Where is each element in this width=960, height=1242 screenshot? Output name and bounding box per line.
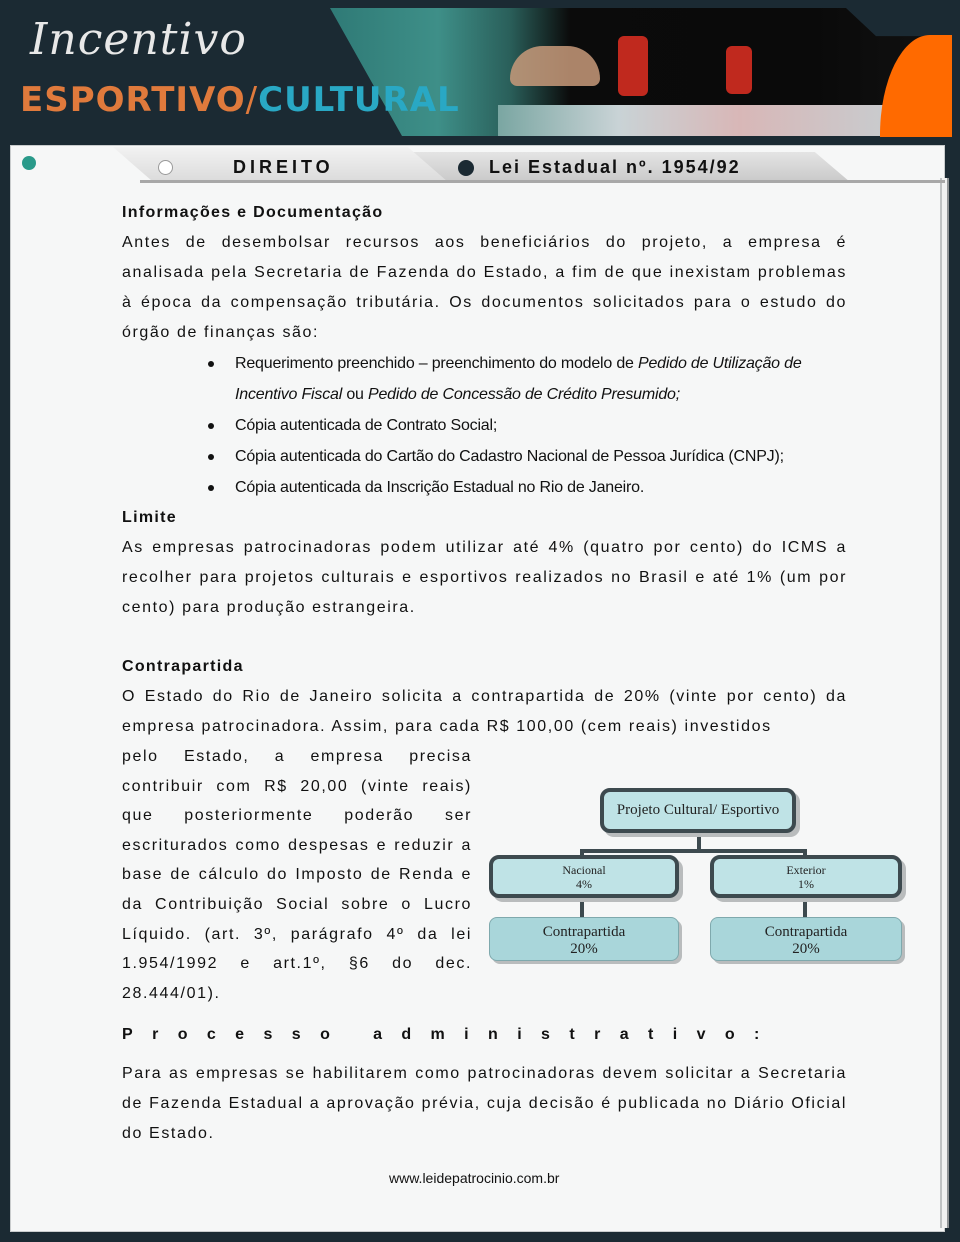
- logo-script-text: Incentivo: [30, 14, 247, 65]
- connector-line: [580, 849, 805, 853]
- logo-main-text: ESPORTIVO/CULTURAL: [20, 80, 460, 120]
- logo-esportivo: ESPORTIVO: [20, 80, 246, 120]
- tab-divider: [140, 180, 945, 183]
- info-paragraph: Antes de desembolsar recursos aos benefi…: [122, 234, 847, 341]
- section-heading-contrapartida: Contrapartida: [122, 658, 244, 675]
- diagram-node-nacional: Nacional 4%: [489, 855, 679, 898]
- swimmer-image: [510, 46, 600, 87]
- tab-lei-label[interactable]: Lei Estadual nº. 1954/92: [489, 157, 741, 178]
- processo-paragraph: Para as empresas se habilitarem como pat…: [122, 1065, 847, 1143]
- diagram-node-exterior: Exterior 1%: [710, 855, 902, 898]
- connector-line: [580, 900, 584, 918]
- diagram-node-contrapartida-exterior: Contrapartida 20%: [710, 917, 902, 961]
- dancer-image: [726, 46, 752, 95]
- contrapartida-diagram: Projeto Cultural/ Esportivo Nacional 4% …: [485, 780, 910, 970]
- limite-paragraph: As empresas patrocinadoras podem utiliza…: [122, 539, 847, 616]
- logo-cultural: CULTURAL: [258, 80, 460, 120]
- footer-url-link[interactable]: www.leidepatrocinio.com.br: [389, 1170, 559, 1186]
- stage-floor: [498, 105, 900, 136]
- list-item: Requerimento preenchido – preenchimento …: [208, 348, 847, 410]
- green-dot-icon: [22, 156, 36, 170]
- section-heading-processo: Processo administrativo:: [122, 1026, 779, 1044]
- documents-list: Requerimento preenchido – preenchimento …: [208, 348, 847, 503]
- logo-slash: /: [245, 80, 259, 120]
- dancer-image: [618, 36, 648, 97]
- tab-direito-label[interactable]: DIREITO: [233, 157, 334, 178]
- page-edge-shadow: [940, 178, 949, 1228]
- contrapartida-paragraph-continued: pelo Estado, a empresa precisa contribui…: [122, 748, 472, 1002]
- list-item: Cópia autenticada de Contrato Social;: [208, 410, 847, 441]
- circle-outline-icon: [158, 160, 173, 175]
- contrapartida-paragraph: O Estado do Rio de Janeiro solicita a co…: [122, 688, 847, 735]
- header-banner: Incentivo ESPORTIVO/CULTURAL: [0, 0, 960, 140]
- section-heading-info: Informações e Documentação: [122, 204, 384, 221]
- diagram-root-node: Projeto Cultural/ Esportivo: [600, 788, 796, 833]
- list-item: Cópia autenticada do Cartão do Cadastro …: [208, 441, 847, 472]
- circle-filled-icon: [458, 160, 474, 176]
- connector-line: [803, 900, 807, 918]
- section-heading-limite: Limite: [122, 509, 177, 526]
- list-item: Cópia autenticada da Inscrição Estadual …: [208, 472, 847, 503]
- diagram-node-contrapartida-nacional: Contrapartida 20%: [489, 917, 679, 961]
- document-content: Informações e Documentação Antes de dese…: [122, 198, 847, 1149]
